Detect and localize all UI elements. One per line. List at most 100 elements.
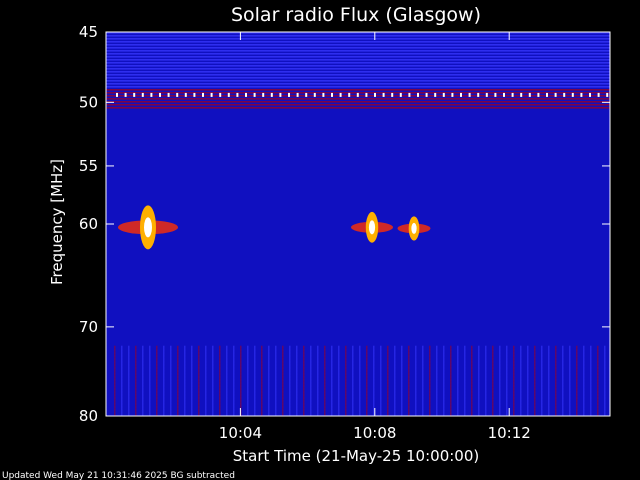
spectrum-row xyxy=(106,251,610,253)
rfi-dot xyxy=(408,92,411,97)
interference-stripe xyxy=(275,345,277,416)
spectrum-row xyxy=(106,116,610,118)
interference-stripe xyxy=(450,345,452,416)
rfi-dot xyxy=(399,92,402,97)
rfi-dot xyxy=(348,92,351,97)
spectrum-row xyxy=(106,287,610,289)
spectrum-row xyxy=(106,140,610,142)
spectrum-row xyxy=(106,47,610,49)
interference-stripe xyxy=(408,345,410,416)
spectrum-row xyxy=(106,290,610,292)
spectrum-row xyxy=(106,245,610,247)
interference-stripe xyxy=(149,345,151,416)
spectrum-row xyxy=(106,293,610,295)
spectrum-row xyxy=(106,257,610,259)
spectrum-row xyxy=(106,131,610,133)
spectrum-row xyxy=(106,62,610,64)
burst-peak xyxy=(144,217,152,238)
interference-stripe xyxy=(289,345,291,416)
spectrum-row xyxy=(106,203,610,205)
x-tick-label: 10:12 xyxy=(488,424,531,442)
rfi-dot xyxy=(537,92,540,97)
rfi-dot xyxy=(296,92,299,97)
interference-stripe xyxy=(233,345,235,416)
interference-stripe xyxy=(499,345,501,416)
interference-stripe xyxy=(121,345,123,416)
y-tick-label: 60 xyxy=(79,215,98,233)
spectrum-row xyxy=(106,314,610,316)
rfi-dot xyxy=(167,92,170,97)
rfi-dot xyxy=(141,92,144,97)
spectrum-row xyxy=(106,86,610,88)
spectrum-row xyxy=(106,170,610,172)
rfi-dot xyxy=(339,92,342,97)
interference-stripe xyxy=(464,345,466,416)
x-axis-label: Start Time (21-May-25 10:00:00) xyxy=(233,447,479,465)
spectrum-row xyxy=(106,143,610,145)
rfi-dot xyxy=(554,92,557,97)
rfi-dot xyxy=(356,92,359,97)
interference-stripe xyxy=(478,345,480,416)
spectrum-row xyxy=(106,101,610,103)
spectrum-row xyxy=(106,176,610,178)
plot-area xyxy=(105,31,611,417)
interference-stripe xyxy=(191,345,193,416)
spectrum-row xyxy=(106,263,610,265)
spectrum-row xyxy=(106,41,610,43)
spectrum-row xyxy=(106,80,610,82)
interference-stripe xyxy=(268,345,270,416)
interference-stripe xyxy=(352,345,354,416)
spectrum-row xyxy=(106,113,610,115)
spectrum-row xyxy=(106,248,610,250)
spectrum-row xyxy=(106,122,610,124)
spectrum-row xyxy=(106,38,610,40)
interference-stripe xyxy=(457,345,459,416)
burst-peak xyxy=(411,222,417,234)
spectrum-row xyxy=(106,74,610,76)
spectrum-row xyxy=(106,206,610,208)
interference-stripe xyxy=(170,345,172,416)
interference-stripe xyxy=(576,345,578,416)
spectrum-row xyxy=(106,155,610,157)
interference-stripe xyxy=(177,345,179,416)
interference-stripe xyxy=(303,345,305,416)
spectrum-row xyxy=(106,164,610,166)
spectrum-row xyxy=(106,191,610,193)
interference-stripe xyxy=(569,345,571,416)
spectrum-row xyxy=(106,146,610,148)
spectrum-row xyxy=(106,197,610,199)
spectrum-row xyxy=(106,320,610,322)
rfi-dot xyxy=(193,92,196,97)
spectrum-row xyxy=(106,188,610,190)
spectrum-row xyxy=(106,275,610,277)
spectrum-row xyxy=(106,272,610,274)
rfi-dot xyxy=(563,92,566,97)
rfi-dot xyxy=(528,92,531,97)
spectrum-row xyxy=(106,167,610,169)
spectrogram-chart: Solar radio Flux (Glasgow) 455055607080 … xyxy=(0,0,640,480)
spectrum-row xyxy=(106,239,610,241)
interference-stripe xyxy=(429,345,431,416)
rfi-dot xyxy=(374,92,376,97)
spectrum-row xyxy=(106,254,610,256)
spectrum-row xyxy=(106,329,610,331)
spectrum-row xyxy=(106,308,610,310)
rfi-dot xyxy=(236,92,239,97)
spectrum-row xyxy=(106,242,610,244)
rfi-dot xyxy=(477,92,480,97)
spectrum-row xyxy=(106,281,610,283)
spectrum-row xyxy=(106,53,610,55)
y-tick-label: 50 xyxy=(79,93,98,111)
rfi-dot xyxy=(597,92,600,97)
interference-stripe xyxy=(534,345,536,416)
interference-stripe xyxy=(541,345,543,416)
burst-peak xyxy=(368,220,376,235)
spectrum-row xyxy=(106,302,610,304)
spectrum-row xyxy=(106,185,610,187)
interference-stripe xyxy=(338,345,340,416)
interference-stripe xyxy=(387,345,389,416)
interference-stripe xyxy=(296,345,298,416)
spectrum-row xyxy=(106,128,610,130)
interference-stripe xyxy=(506,345,508,416)
spectrum-row xyxy=(106,278,610,280)
